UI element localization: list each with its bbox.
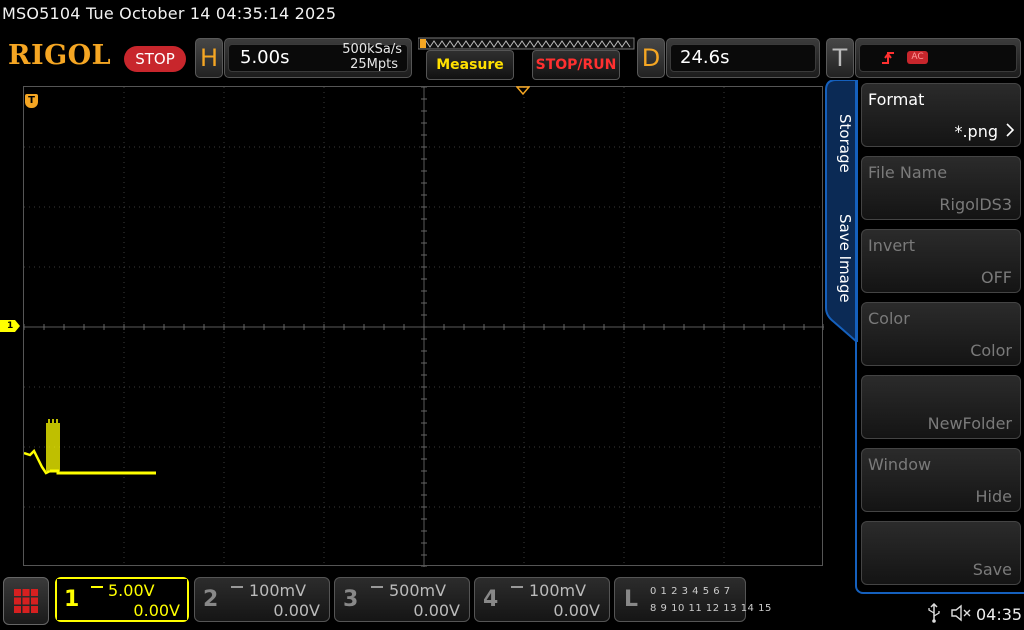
channel-number: 4: [483, 587, 499, 612]
speaker-muted-icon[interactable]: [950, 604, 972, 622]
channel-scale: 100mV: [249, 581, 307, 600]
menu-item-value: Hide: [975, 487, 1012, 506]
trigger-edge-icon: [882, 52, 894, 64]
ch1-ground-marker[interactable]: 1: [0, 320, 20, 332]
channel-offset: 0.00V: [273, 601, 320, 620]
app-menu-button[interactable]: [3, 577, 49, 625]
logic-label: L: [624, 587, 639, 612]
menu-item-invert[interactable]: Invert OFF: [861, 229, 1021, 293]
channel-number: 2: [203, 587, 219, 612]
menu-item-value: Save: [972, 560, 1012, 579]
delay-label[interactable]: D: [637, 38, 665, 78]
sample-rate: 500kSa/s: [342, 42, 402, 57]
clock: 04:35: [976, 605, 1023, 624]
memory-position-bar: [418, 37, 635, 50]
ch1-trace-flat: [50, 469, 156, 475]
menu-item-value: Color: [970, 341, 1012, 360]
channel-scale: 100mV: [529, 581, 587, 600]
chevron-right-icon: [1006, 123, 1015, 137]
memory-window-marker: [420, 39, 426, 48]
menu-item-title: Format: [868, 90, 925, 109]
ch1-trace-start: [24, 448, 51, 475]
usb-icon: [928, 603, 940, 623]
menu-item-title: Invert: [868, 236, 916, 255]
menu-item-color[interactable]: Color Color: [861, 302, 1021, 366]
menu-item-value: *.png: [954, 122, 998, 141]
trigger-label[interactable]: T: [826, 38, 854, 78]
menu-item-window[interactable]: Window Hide: [861, 448, 1021, 512]
channel-offset: 0.00V: [133, 601, 180, 620]
rigol-logo: RIGOL: [8, 40, 112, 71]
menu-item-format[interactable]: Format *.png: [861, 83, 1021, 147]
menu-item-title: File Name: [868, 163, 948, 182]
memory-depth: 25Mpts: [350, 57, 398, 72]
status-line: MSO5104 Tue October 14 04:35:14 2025: [2, 4, 337, 23]
menu-item-new-folder[interactable]: NewFolder: [861, 375, 1021, 439]
digital-channels-row-1: 0 1 2 3 4 5 6 7: [650, 586, 731, 597]
channel-offset: 0.00V: [553, 601, 600, 620]
graticule: [24, 87, 824, 567]
menu-item-title: Color: [868, 309, 910, 328]
dc-coupling-icon: [91, 586, 103, 591]
channel-number: 1: [64, 587, 80, 612]
menu-item-file-name[interactable]: File Name RigolDS3: [861, 156, 1021, 220]
tab-storage[interactable]: Storage: [832, 114, 854, 174]
digital-channels-row-2: 8 9 10 11 12 13 14 15: [650, 603, 772, 614]
timebase-value: 5.00s: [240, 47, 290, 68]
channel-number: 3: [343, 587, 359, 612]
dc-coupling-icon: [231, 586, 243, 591]
waveform-display[interactable]: [23, 86, 824, 567]
channel-offset: 0.00V: [413, 601, 460, 620]
grid-menu-icon: [14, 589, 38, 613]
run-state-badge[interactable]: STOP: [124, 46, 186, 72]
horizontal-label[interactable]: H: [195, 38, 223, 78]
menu-item-value: NewFolder: [927, 414, 1012, 433]
trigger-level-marker[interactable]: T: [25, 94, 38, 108]
menu-item-value: RigolDS3: [939, 195, 1012, 214]
menu-item-save[interactable]: Save: [861, 521, 1021, 585]
menu-item-value: OFF: [981, 268, 1012, 287]
delay-value: 24.6s: [680, 47, 730, 68]
channel-scale: 500mV: [389, 581, 447, 600]
dc-coupling-icon: [511, 586, 523, 591]
trigger-coupling-badge: AC: [907, 51, 928, 64]
dc-coupling-icon: [371, 586, 383, 591]
trigger-position-marker: [516, 86, 530, 96]
channel-scale: 5.00V: [108, 581, 155, 600]
measure-button[interactable]: Measure: [426, 50, 514, 80]
stop-run-button[interactable]: STOP/RUN: [532, 50, 620, 80]
menu-item-title: Window: [868, 455, 932, 474]
tab-save-image[interactable]: Save Image: [832, 214, 854, 314]
